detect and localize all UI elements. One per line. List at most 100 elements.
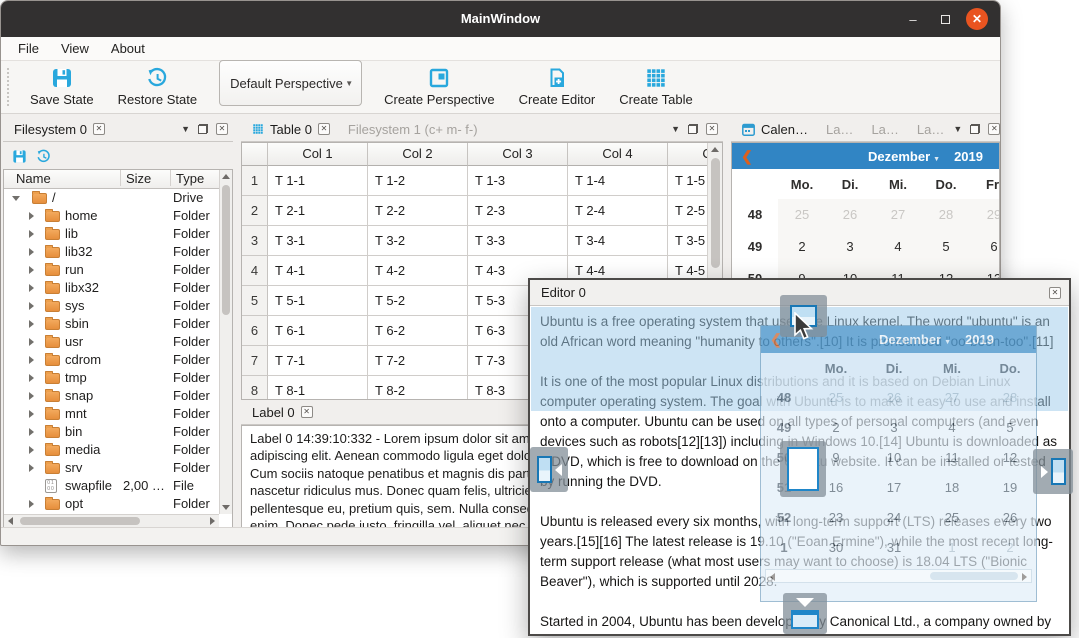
table-row-header[interactable]: 3 [242, 226, 268, 256]
calendar-year[interactable]: 2019 [954, 149, 983, 164]
calendar-day-cell[interactable]: 2 [778, 231, 826, 263]
dock-menu-icon[interactable]: ▼ [181, 125, 190, 134]
table-row-header[interactable]: 6 [242, 316, 268, 346]
tab-label-0[interactable]: Label 0 ✕ [243, 400, 322, 425]
table-column-header[interactable]: Col 5 [668, 143, 707, 166]
calendar-day-cell[interactable]: 3 [826, 231, 874, 263]
table-cell[interactable]: T 2-2 [368, 196, 468, 226]
dock-menu-icon[interactable]: ▼ [953, 125, 962, 134]
menu-item-view[interactable]: View [50, 37, 100, 61]
table-cell[interactable]: T 6-1 [268, 316, 368, 346]
table-cell[interactable]: T 1-1 [268, 166, 368, 196]
tree-horizontal-scrollbar[interactable] [4, 514, 219, 527]
table-cell[interactable]: T 1-5 [668, 166, 707, 196]
expander-closed-icon[interactable] [29, 338, 34, 346]
table-cell[interactable]: T 2-5 [668, 196, 707, 226]
table-cell[interactable]: T 3-4 [568, 226, 668, 256]
toolbar-drag-handle[interactable] [6, 67, 10, 107]
table-row-header[interactable]: 2 [242, 196, 268, 226]
maximize-button[interactable] [934, 8, 956, 30]
expander-closed-icon[interactable] [29, 464, 34, 472]
create-perspective-button[interactable]: Create Perspective [372, 67, 507, 107]
expander-closed-icon[interactable] [29, 230, 34, 238]
table-cell[interactable]: T 1-3 [468, 166, 568, 196]
create-editor-button[interactable]: Create Editor [507, 67, 608, 107]
calendar-day-cell[interactable]: 27 [874, 199, 922, 231]
dock-indicator-bottom[interactable] [783, 593, 827, 634]
tree-header[interactable]: Name Size Type [4, 170, 219, 189]
tree-row[interactable]: optFolder [4, 495, 219, 513]
scroll-right-icon[interactable] [210, 517, 215, 525]
scroll-down-icon[interactable] [222, 505, 230, 510]
dock-close-icon[interactable]: ✕ [216, 123, 228, 135]
table-cell[interactable]: T 2-4 [568, 196, 668, 226]
table-row-header[interactable]: 1 [242, 166, 268, 196]
tab-close-icon[interactable]: ✕ [318, 123, 330, 135]
tab-close-icon[interactable]: ✕ [301, 406, 313, 418]
column-header-name[interactable]: Name [16, 170, 51, 188]
table-column-header[interactable]: Col 2 [368, 143, 468, 166]
tab-filesystem-0[interactable]: Filesystem 0 ✕ [5, 117, 114, 142]
tree-row[interactable]: libFolder [4, 225, 219, 243]
save-icon[interactable] [12, 149, 27, 164]
table-cell[interactable]: T 2-3 [468, 196, 568, 226]
scroll-left-icon[interactable] [8, 517, 13, 525]
tree-row[interactable]: runFolder [4, 261, 219, 279]
minimize-button[interactable]: – [902, 8, 924, 30]
calendar-prev-icon[interactable]: ❮ [741, 148, 753, 165]
table-column-header[interactable]: Col 3 [468, 143, 568, 166]
tree-row[interactable]: binFolder [4, 423, 219, 441]
perspective-select[interactable]: Default Perspective ▼ [219, 60, 362, 106]
tree-row[interactable]: usrFolder [4, 333, 219, 351]
column-header-type[interactable]: Type [176, 170, 204, 188]
table-cell[interactable]: T 3-5 [668, 226, 707, 256]
title-bar[interactable]: MainWindow – ✕ [1, 1, 1000, 37]
dock-close-icon[interactable]: ✕ [988, 123, 1000, 135]
table-cell[interactable]: T 5-1 [268, 286, 368, 316]
calendar-day-cell[interactable]: 6 [970, 231, 1000, 263]
table-cell[interactable]: T 2-1 [268, 196, 368, 226]
expander-closed-icon[interactable] [29, 374, 34, 382]
column-header-size[interactable]: Size [126, 170, 151, 188]
calendar-day-cell[interactable]: 4 [874, 231, 922, 263]
tab-calendar[interactable]: Calen… [733, 117, 817, 142]
scroll-up-icon[interactable] [711, 147, 719, 152]
expander-closed-icon[interactable] [29, 428, 34, 436]
table-row-header[interactable]: 4 [242, 256, 268, 286]
tab-label-3[interactable]: La… [908, 117, 953, 142]
calendar-day-cell[interactable]: 5 [922, 231, 970, 263]
expander-closed-icon[interactable] [29, 446, 34, 454]
table-column-header[interactable]: Col 1 [268, 143, 368, 166]
expander-closed-icon[interactable] [29, 392, 34, 400]
dock-indicator-right[interactable] [1033, 449, 1073, 494]
calendar-month[interactable]: Dezember [868, 149, 930, 164]
tree-row[interactable]: mediaFolder [4, 441, 219, 459]
tree-row[interactable]: homeFolder [4, 207, 219, 225]
tab-label-2[interactable]: La… [862, 117, 907, 142]
dock-menu-icon[interactable]: ▼ [671, 125, 680, 134]
calendar-day-cell[interactable]: 26 [826, 199, 874, 231]
tree-row[interactable]: snapFolder [4, 387, 219, 405]
menu-item-file[interactable]: File [7, 37, 50, 61]
tree-row[interactable]: mntFolder [4, 405, 219, 423]
table-cell[interactable]: T 6-2 [368, 316, 468, 346]
table-row-header[interactable]: 5 [242, 286, 268, 316]
table-cell[interactable]: T 8-1 [268, 376, 368, 399]
expander-closed-icon[interactable] [29, 500, 34, 508]
restore-state-button[interactable]: Restore State [106, 67, 210, 107]
expander-closed-icon[interactable] [29, 284, 34, 292]
tab-close-icon[interactable]: ✕ [93, 123, 105, 135]
expander-closed-icon[interactable] [29, 248, 34, 256]
table-row-header[interactable]: 8 [242, 376, 268, 399]
tree-row[interactable]: cdromFolder [4, 351, 219, 369]
restore-icon[interactable] [36, 149, 51, 164]
tree-row[interactable]: lib32Folder [4, 243, 219, 261]
dock-float-icon[interactable] [688, 124, 698, 134]
table-cell[interactable]: T 3-2 [368, 226, 468, 256]
calendar-day-cell[interactable]: 29 [970, 199, 1000, 231]
table-column-header[interactable]: Col 4 [568, 143, 668, 166]
tree-row[interactable]: srvFolder [4, 459, 219, 477]
scroll-up-icon[interactable] [222, 174, 230, 179]
dock-indicator-center[interactable] [780, 441, 826, 497]
tree-row[interactable]: libx32Folder [4, 279, 219, 297]
